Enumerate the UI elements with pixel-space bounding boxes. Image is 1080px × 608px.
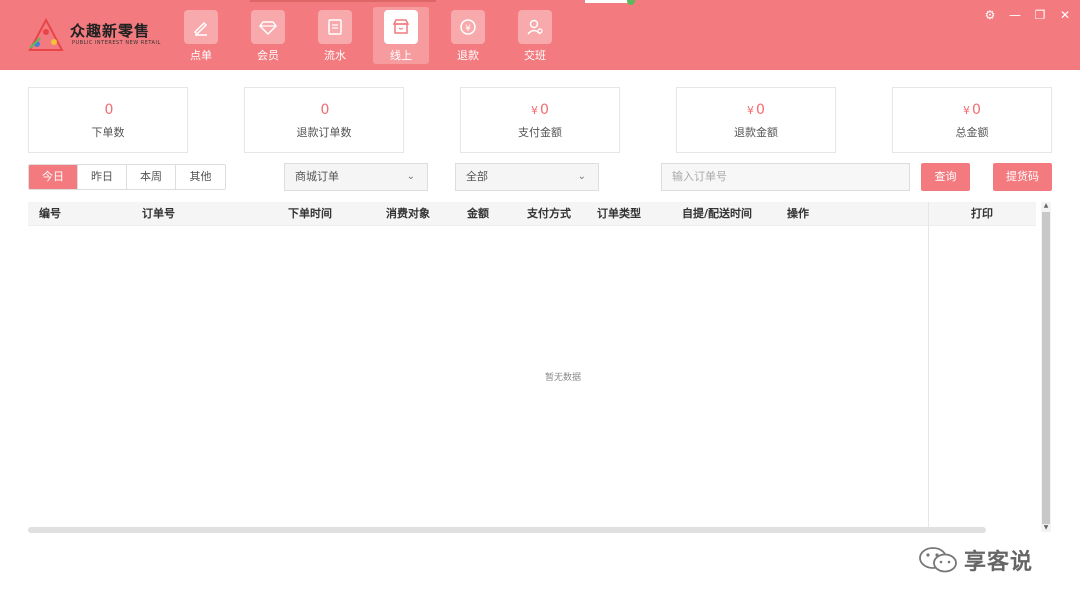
stat-value: 0 xyxy=(320,102,330,118)
store-icon xyxy=(384,10,418,44)
stat-label: 总金额 xyxy=(955,126,989,139)
pickup-code-button[interactable]: 提货码 xyxy=(993,163,1052,191)
table-fixed-column-divider xyxy=(928,202,929,530)
minimize-icon[interactable]: — xyxy=(1008,8,1022,22)
stat-label: 下单数 xyxy=(91,126,125,139)
stat-value: ¥0 xyxy=(531,102,549,118)
column-header: 消费对象 xyxy=(386,207,430,220)
stat-card-refund-orders: 0 退款订单数 xyxy=(244,87,404,153)
column-header: 金额 xyxy=(467,207,489,220)
column-header-print: 打印 xyxy=(971,207,993,220)
chevron-down-icon: ⌄ xyxy=(406,171,415,182)
stat-label: 退款订单数 xyxy=(296,126,352,139)
brand-name: 众趣新零售 xyxy=(70,22,151,40)
nav-order[interactable]: 点单 xyxy=(177,10,225,64)
nav-handover[interactable]: 交班 xyxy=(511,10,559,64)
nav-label: 会员 xyxy=(257,49,279,62)
restore-icon[interactable]: ❐ xyxy=(1033,8,1047,22)
order-source-select[interactable]: 商城订单 ⌄ xyxy=(284,163,428,191)
watermark: 享客说 xyxy=(918,543,1033,577)
pen-icon xyxy=(184,10,218,44)
column-header: 订单号 xyxy=(142,207,175,220)
top-edge-strip xyxy=(250,0,436,2)
stat-card-paid-amount: ¥0 支付金额 xyxy=(460,87,620,153)
nav-label: 点单 xyxy=(190,49,212,62)
column-header: 自提/配送时间 xyxy=(682,207,753,220)
close-icon[interactable]: ✕ xyxy=(1058,8,1072,22)
stat-card-refund-amount: ¥0 退款金额 xyxy=(676,87,836,153)
app-logo: 众趣新零售 PUBLIC INTEREST NEW RETAIL xyxy=(28,16,161,52)
period-week[interactable]: 本周 xyxy=(127,165,176,189)
chevron-down-icon: ⌄ xyxy=(577,171,586,182)
column-header: 操作 xyxy=(787,207,809,220)
column-header: 编号 xyxy=(39,207,61,220)
status-value: 全部 xyxy=(466,170,488,183)
column-header: 下单时间 xyxy=(288,207,332,220)
wechat-icon xyxy=(919,547,957,573)
table-header: 编号 订单号 下单时间 消费对象 金额 支付方式 订单类型 自提/配送时间 操作… xyxy=(28,202,1036,226)
stat-card-orders: 0 下单数 xyxy=(28,87,188,153)
nav-flow[interactable]: 流水 xyxy=(311,10,359,64)
status-dot xyxy=(627,0,635,5)
period-yesterday[interactable]: 昨日 xyxy=(78,165,127,189)
period-other[interactable]: 其他 xyxy=(176,165,225,189)
period-today[interactable]: 今日 xyxy=(29,165,78,189)
scroll-up-icon[interactable]: ▲ xyxy=(1041,202,1051,210)
stat-label: 退款金额 xyxy=(734,126,778,139)
nav-label: 流水 xyxy=(324,49,346,62)
empty-state-text: 暂无数据 xyxy=(545,373,582,383)
column-header: 订单类型 xyxy=(597,207,641,220)
nav-label: 线上 xyxy=(390,49,412,62)
stat-card-total-amount: ¥0 总金额 xyxy=(892,87,1052,153)
logo-mark-icon xyxy=(28,18,64,51)
nav-online[interactable]: 线上 xyxy=(373,7,429,64)
order-source-value: 商城订单 xyxy=(295,170,339,183)
stat-label: 支付金额 xyxy=(518,126,562,139)
receipt-icon xyxy=(318,10,352,44)
order-number-input[interactable]: 输入订单号 xyxy=(661,163,910,191)
stat-value: 0 xyxy=(104,102,114,118)
brand-subtitle: PUBLIC INTEREST NEW RETAIL xyxy=(72,40,161,46)
vertical-scrollbar[interactable]: ▲ ▼ xyxy=(1041,202,1051,532)
handover-icon xyxy=(518,10,552,44)
top-bar: 众趣新零售 PUBLIC INTEREST NEW RETAIL 点单 会员 流… xyxy=(0,0,1080,70)
watermark-text: 享客说 xyxy=(964,550,1034,575)
status-select[interactable]: 全部 ⌄ xyxy=(455,163,599,191)
nav-label: 交班 xyxy=(524,49,546,62)
scroll-down-icon[interactable]: ▼ xyxy=(1041,524,1051,532)
nav-member[interactable]: 会员 xyxy=(244,10,292,64)
nav-refund[interactable]: ¥ 退款 xyxy=(444,10,492,64)
query-button[interactable]: 查询 xyxy=(921,163,970,191)
column-header: 支付方式 xyxy=(527,207,571,220)
nav-label: 退款 xyxy=(457,49,479,62)
stat-value: ¥0 xyxy=(747,102,765,118)
diamond-icon xyxy=(251,10,285,44)
top-edge-indicator xyxy=(585,0,635,5)
period-segmented-control: 今日 昨日 本周 其他 xyxy=(28,164,226,190)
refund-icon: ¥ xyxy=(451,10,485,44)
settings-icon[interactable]: ⚙ xyxy=(983,8,997,22)
scroll-thumb[interactable] xyxy=(1042,212,1050,524)
horizontal-scrollbar[interactable] xyxy=(28,527,986,533)
svg-text:¥: ¥ xyxy=(465,24,471,34)
stat-value: ¥0 xyxy=(963,102,981,118)
